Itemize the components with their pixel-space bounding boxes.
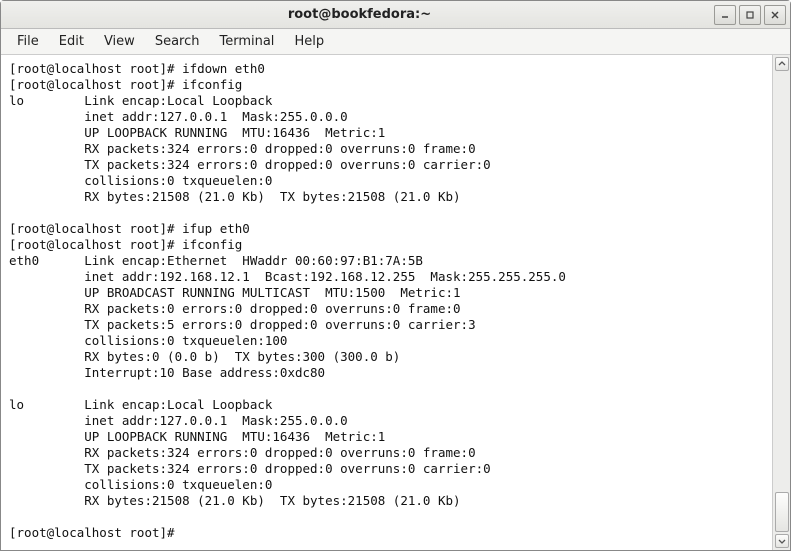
- window-controls: [714, 5, 786, 25]
- scroll-down-button[interactable]: [775, 534, 789, 548]
- menu-view[interactable]: View: [94, 31, 145, 52]
- menu-edit[interactable]: Edit: [49, 31, 94, 52]
- close-button[interactable]: [764, 5, 786, 25]
- menu-file[interactable]: File: [7, 31, 49, 52]
- terminal-output[interactable]: [root@localhost root]# ifdown eth0 [root…: [1, 55, 772, 550]
- menu-search[interactable]: Search: [145, 31, 210, 52]
- minimize-icon: [720, 10, 730, 20]
- maximize-button[interactable]: [739, 5, 761, 25]
- titlebar: root@bookfedora:~: [1, 1, 790, 29]
- minimize-button[interactable]: [714, 5, 736, 25]
- chevron-down-icon: [778, 537, 786, 545]
- menubar: File Edit View Search Terminal Help: [1, 29, 790, 55]
- maximize-icon: [745, 10, 755, 20]
- vertical-scrollbar[interactable]: [772, 55, 790, 550]
- menu-help[interactable]: Help: [284, 31, 334, 52]
- close-icon: [770, 10, 780, 20]
- chevron-up-icon: [778, 60, 786, 68]
- terminal-container: [root@localhost root]# ifdown eth0 [root…: [1, 55, 790, 550]
- scrollbar-track[interactable]: [775, 73, 789, 532]
- scrollbar-thumb[interactable]: [775, 492, 789, 532]
- window-title: root@bookfedora:~: [5, 7, 714, 22]
- menu-terminal[interactable]: Terminal: [209, 31, 284, 52]
- scroll-up-button[interactable]: [775, 57, 789, 71]
